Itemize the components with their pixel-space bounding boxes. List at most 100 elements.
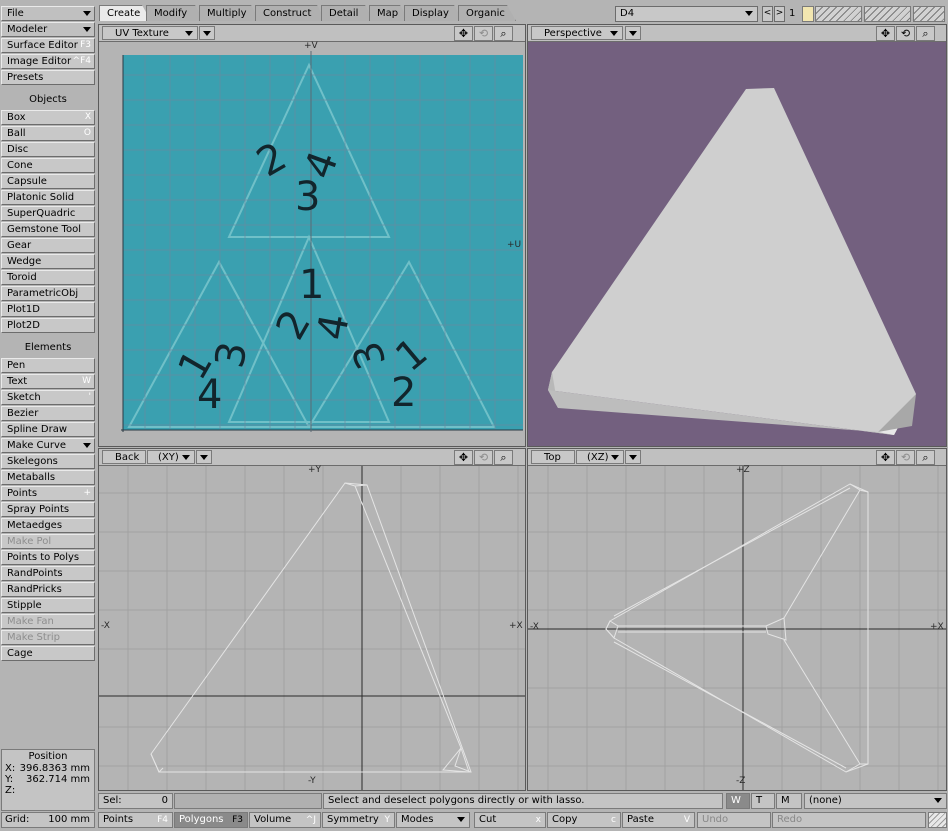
tab-organic[interactable]: Organic bbox=[458, 5, 516, 21]
viewport-axis-select[interactable]: (XY) bbox=[147, 450, 195, 464]
object-layer-select[interactable]: D4 bbox=[615, 6, 758, 22]
image-editor-button[interactable]: Image Editor ^F4 bbox=[1, 54, 95, 69]
tab-modify[interactable]: Modify bbox=[146, 5, 204, 21]
toroid-tool-button[interactable]: Toroid bbox=[1, 270, 95, 285]
points-tool-button[interactable]: Points + bbox=[1, 486, 95, 501]
viewport-view-select[interactable]: UV Texture bbox=[102, 26, 198, 40]
tab-map[interactable]: Map bbox=[369, 5, 409, 21]
copy-button[interactable]: Copy c bbox=[547, 812, 621, 828]
bezier-tool-button[interactable]: Bezier bbox=[1, 406, 95, 421]
spray-points-tool-button[interactable]: Spray Points bbox=[1, 502, 95, 517]
make-strip-tool-button[interactable]: Make Strip bbox=[1, 630, 95, 645]
move-view-icon[interactable]: ✥ bbox=[876, 450, 895, 465]
paste-button[interactable]: Paste V bbox=[622, 812, 695, 828]
viewport-options-menu[interactable] bbox=[625, 26, 641, 40]
superquadric-tool-button[interactable]: SuperQuadric bbox=[1, 206, 95, 221]
perspective-viewport[interactable]: Perspective ✥ ⟲ ⌕ bbox=[527, 24, 947, 447]
top-axis-right-label: +X bbox=[930, 622, 944, 632]
t-button[interactable]: T bbox=[751, 793, 775, 809]
tab-display[interactable]: Display bbox=[404, 5, 463, 21]
m-button[interactable]: M bbox=[776, 793, 802, 809]
move-view-icon[interactable]: ✥ bbox=[876, 26, 895, 41]
layer-slots-group-3[interactable] bbox=[913, 6, 945, 22]
gemstone-tool-tool-button[interactable]: Gemstone Tool bbox=[1, 222, 95, 237]
rotate-view-icon[interactable]: ⟲ bbox=[474, 450, 493, 465]
move-view-icon[interactable]: ✥ bbox=[454, 450, 473, 465]
make-fan-tool-button[interactable]: Make Fan bbox=[1, 614, 95, 629]
redo-button[interactable]: Redo bbox=[772, 812, 926, 828]
viewport-options-menu[interactable] bbox=[199, 26, 215, 40]
top-canvas[interactable]: +Z -Z -X +X bbox=[528, 465, 946, 790]
zoom-view-icon[interactable]: ⌕ bbox=[916, 450, 935, 465]
modeler-menu[interactable]: Modeler bbox=[1, 22, 95, 37]
file-menu[interactable]: File bbox=[1, 6, 95, 21]
ball-tool-button[interactable]: Ball O bbox=[1, 126, 95, 141]
modes-menu[interactable]: Modes bbox=[396, 812, 470, 828]
rotate-view-icon[interactable]: ⟲ bbox=[896, 450, 915, 465]
prev-layer-button[interactable]: < bbox=[762, 6, 773, 22]
points-mode-button[interactable]: Points F4 bbox=[98, 812, 173, 828]
volume-mode-button[interactable]: Volume ^J bbox=[249, 812, 321, 828]
tab-create[interactable]: Create bbox=[99, 5, 151, 21]
top-viewport[interactable]: Top (XZ) ✥ ⟲ ⌕ +Z -Z -X +X bbox=[527, 448, 947, 791]
layer-slots-group-2[interactable] bbox=[864, 6, 911, 22]
parametricobj-tool-button[interactable]: ParametricObj bbox=[1, 286, 95, 301]
cone-tool-button[interactable]: Cone bbox=[1, 158, 95, 173]
viewport-axis-select[interactable]: (XZ) bbox=[576, 450, 624, 464]
undo-button[interactable]: Undo bbox=[697, 812, 771, 828]
next-layer-button[interactable]: > bbox=[774, 6, 785, 22]
zoom-view-icon[interactable]: ⌕ bbox=[494, 450, 513, 465]
layer-slot-active[interactable] bbox=[802, 6, 814, 22]
make-pol-tool-button[interactable]: Make Pol bbox=[1, 534, 95, 549]
tab-construct[interactable]: Construct bbox=[255, 5, 326, 21]
zoom-view-icon[interactable]: ⌕ bbox=[916, 26, 935, 41]
rotate-view-icon[interactable]: ⟲ bbox=[896, 26, 915, 41]
symmetry-button[interactable]: Symmetry Y bbox=[322, 812, 395, 828]
make-curve-tool-button[interactable]: Make Curve bbox=[1, 438, 95, 453]
text-tool-button[interactable]: Text W bbox=[1, 374, 95, 389]
surface-editor-button[interactable]: Surface Editor F3 bbox=[1, 38, 95, 53]
presets-button[interactable]: Presets bbox=[1, 70, 95, 85]
surface-select[interactable]: (none) bbox=[804, 793, 947, 809]
uv-canvas[interactable]: +V +U 243124134312 bbox=[99, 41, 525, 446]
gear-tool-button[interactable]: Gear bbox=[1, 238, 95, 253]
wireframe-w-button[interactable]: W bbox=[726, 793, 750, 809]
randpoints-tool-button[interactable]: RandPoints bbox=[1, 566, 95, 581]
chevron-right-icon: > bbox=[775, 8, 784, 18]
plot1d-tool-button[interactable]: Plot1D bbox=[1, 302, 95, 317]
stipple-tool-button[interactable]: Stipple bbox=[1, 598, 95, 613]
metaedges-tool-button[interactable]: Metaedges bbox=[1, 518, 95, 533]
viewport-options-menu[interactable] bbox=[196, 450, 212, 464]
tab-multiply[interactable]: Multiply bbox=[199, 5, 260, 21]
wedge-tool-button[interactable]: Wedge bbox=[1, 254, 95, 269]
uv-texture-viewport[interactable]: UV Texture ✥ ⟲ ⌕ +V +U 2 4 3 1 2 4 1 3 4… bbox=[98, 24, 526, 447]
pen-tool-button[interactable]: Pen bbox=[1, 358, 95, 373]
resize-grip-icon[interactable] bbox=[928, 812, 947, 828]
viewport-view-select[interactable]: Perspective bbox=[531, 26, 623, 40]
move-view-icon[interactable]: ✥ bbox=[454, 26, 473, 41]
disc-tool-button[interactable]: Disc bbox=[1, 142, 95, 157]
skelegons-tool-button[interactable]: Skelegons bbox=[1, 454, 95, 469]
perspective-canvas[interactable] bbox=[528, 42, 946, 446]
platonic-solid-tool-button[interactable]: Platonic Solid bbox=[1, 190, 95, 205]
viewport-options-menu[interactable] bbox=[625, 450, 641, 464]
rotate-view-icon[interactable]: ⟲ bbox=[474, 26, 493, 41]
spline-draw-tool-button[interactable]: Spline Draw bbox=[1, 422, 95, 437]
randpricks-tool-button[interactable]: RandPricks bbox=[1, 582, 95, 597]
box-tool-button[interactable]: Box X bbox=[1, 110, 95, 125]
viewport-view-select[interactable]: Top bbox=[531, 450, 575, 464]
polygons-mode-button[interactable]: Polygons F3 bbox=[174, 812, 248, 828]
plot2d-tool-button[interactable]: Plot2D bbox=[1, 318, 95, 333]
tab-detail[interactable]: Detail bbox=[321, 5, 374, 21]
metaballs-tool-button[interactable]: Metaballs bbox=[1, 470, 95, 485]
layer-slots-group-1[interactable] bbox=[815, 6, 862, 22]
sketch-tool-button[interactable]: Sketch ' bbox=[1, 390, 95, 405]
cage-tool-button[interactable]: Cage bbox=[1, 646, 95, 661]
viewport-view-select[interactable]: Back bbox=[102, 450, 146, 464]
zoom-view-icon[interactable]: ⌕ bbox=[494, 26, 513, 41]
capsule-tool-button[interactable]: Capsule bbox=[1, 174, 95, 189]
points-to-polys-tool-button[interactable]: Points to Polys bbox=[1, 550, 95, 565]
back-canvas[interactable]: +Y -Y -X +X bbox=[99, 465, 525, 790]
cut-button[interactable]: Cut x bbox=[474, 812, 546, 828]
back-viewport[interactable]: Back (XY) ✥ ⟲ ⌕ +Y -Y -X +X bbox=[98, 448, 526, 791]
